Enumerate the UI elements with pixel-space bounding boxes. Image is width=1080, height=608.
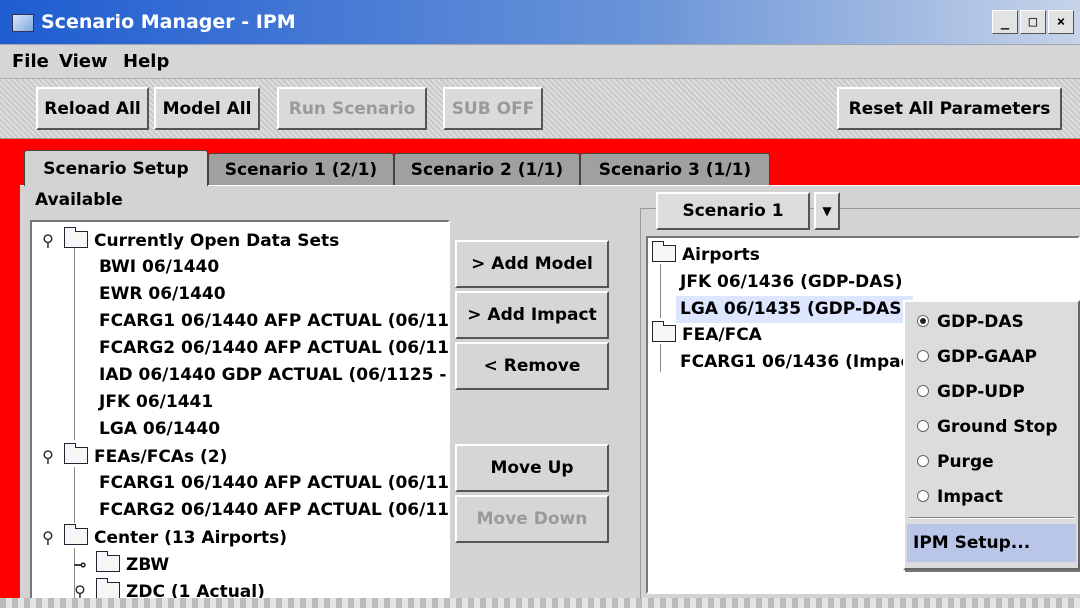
menu-separator [909, 517, 1074, 519]
radio-icon [917, 350, 929, 362]
tree-folder-feas-fcas[interactable]: ⚲ FEAs/FCAs (2) [38, 443, 227, 470]
tree-folder-zbw[interactable]: ⊸ ZBW [70, 551, 169, 578]
tab-scenario-setup[interactable]: Scenario Setup [24, 150, 208, 186]
window-controls: _ □ × [992, 10, 1074, 34]
expanded-toggle-icon[interactable]: ⚲ [38, 524, 58, 551]
title-bar: Scenario Manager - IPM _ □ × [0, 0, 1080, 45]
ipm-setup-menu-item[interactable]: IPM Setup... [907, 524, 1076, 562]
tree-item[interactable]: FCARG2 06/1440 AFP ACTUAL (06/11 [99, 497, 448, 524]
tab-scenario-1[interactable]: Scenario 1 (2/1) [208, 153, 394, 185]
tree-item[interactable]: BWI 06/1440 [99, 254, 219, 281]
menu-file[interactable]: File [12, 51, 49, 72]
run-scenario-button[interactable]: Run Scenario [277, 87, 427, 130]
tree-connector [660, 264, 661, 318]
radio-icon [917, 455, 929, 467]
scenario-folder-airports[interactable]: Airports [652, 241, 760, 269]
radio-icon [917, 420, 929, 432]
folder-icon [96, 578, 120, 599]
bottom-edge [0, 598, 1080, 608]
window-title: Scenario Manager - IPM [41, 11, 296, 33]
add-impact-button[interactable]: > Add Impact [455, 291, 609, 339]
tree-item[interactable]: LGA 06/1440 [99, 416, 220, 443]
close-button[interactable]: × [1048, 10, 1074, 34]
scenario-select[interactable]: Scenario 1 ▼ [656, 192, 840, 230]
radio-selected-icon [917, 315, 929, 327]
reload-all-button[interactable]: Reload All [36, 87, 149, 130]
tree-item[interactable]: FCARG2 06/1440 AFP ACTUAL (06/11 [99, 335, 448, 362]
available-tree[interactable]: ⚲ Currently Open Data Sets BWI 06/1440 EW… [30, 220, 450, 608]
menu-option-ground-stop[interactable]: Ground Stop [917, 412, 1058, 442]
folder-icon [652, 321, 676, 342]
model-type-context-menu: GDP-DAS GDP-GAAP GDP-UDP Ground Stop Pur… [903, 300, 1080, 570]
move-up-button[interactable]: Move Up [455, 444, 609, 492]
expanded-toggle-icon[interactable]: ⚲ [38, 443, 58, 470]
menu-option-gdp-udp[interactable]: GDP-UDP [917, 377, 1025, 407]
folder-icon [64, 524, 88, 545]
folder-icon [64, 227, 88, 248]
tree-connector [74, 467, 75, 523]
model-all-button[interactable]: Model All [154, 87, 260, 130]
menu-option-gdp-das[interactable]: GDP-DAS [917, 307, 1024, 337]
menu-view[interactable]: View [59, 51, 108, 72]
tree-folder-open-data-sets[interactable]: ⚲ Currently Open Data Sets [38, 227, 339, 254]
tree-item[interactable]: EWR 06/1440 [99, 281, 226, 308]
scenario-select-value[interactable]: Scenario 1 [656, 192, 810, 230]
folder-icon [64, 443, 88, 464]
add-model-button[interactable]: > Add Model [455, 240, 609, 288]
menu-bar: File View Help [0, 45, 1080, 79]
remove-button[interactable]: < Remove [455, 342, 609, 390]
move-down-button[interactable]: Move Down [455, 495, 609, 543]
menu-option-gdp-gaap[interactable]: GDP-GAAP [917, 342, 1037, 372]
tab-scenario-3[interactable]: Scenario 3 (1/1) [580, 153, 770, 185]
tree-item[interactable]: IAD 06/1440 GDP ACTUAL (06/1125 - [99, 362, 446, 389]
scenario-folder-fea-fca[interactable]: FEA/FCA [652, 321, 762, 349]
menu-option-purge[interactable]: Purge [917, 447, 994, 477]
tab-scenario-2[interactable]: Scenario 2 (1/1) [394, 153, 580, 185]
app-icon [12, 14, 34, 32]
radio-icon [917, 490, 929, 502]
folder-icon [652, 241, 676, 262]
tree-item[interactable]: FCARG1 06/1440 AFP ACTUAL (06/11 [99, 470, 448, 497]
scenario-item[interactable]: FCARG1 06/1436 (Impac [680, 349, 911, 376]
reset-all-parameters-button[interactable]: Reset All Parameters [837, 87, 1062, 130]
tree-folder-center[interactable]: ⚲ Center (13 Airports) [38, 524, 287, 551]
scenario-item-selected[interactable]: LGA 06/1435 (GDP-DAS) [676, 296, 914, 323]
folder-icon [96, 551, 120, 572]
toolbar: Reload All Model All Run Scenario SUB OF… [0, 79, 1080, 139]
dropdown-arrow-icon[interactable]: ▼ [814, 192, 840, 230]
expanded-toggle-icon[interactable]: ⚲ [38, 227, 58, 254]
sub-off-button[interactable]: SUB OFF [443, 87, 543, 130]
minimize-button[interactable]: _ [992, 10, 1018, 34]
menu-option-impact[interactable]: Impact [917, 482, 1003, 512]
tree-item[interactable]: FCARG1 06/1440 AFP ACTUAL (06/11 [99, 308, 448, 335]
menu-help[interactable]: Help [123, 51, 169, 72]
radio-icon [917, 385, 929, 397]
collapsed-toggle-icon[interactable]: ⊸ [70, 551, 90, 578]
available-label: Available [35, 190, 123, 210]
scenario-item[interactable]: JFK 06/1436 (GDP-DAS) [680, 269, 902, 296]
tree-connector [74, 248, 75, 440]
maximize-button[interactable]: □ [1020, 10, 1046, 34]
tree-item[interactable]: JFK 06/1441 [99, 389, 213, 416]
